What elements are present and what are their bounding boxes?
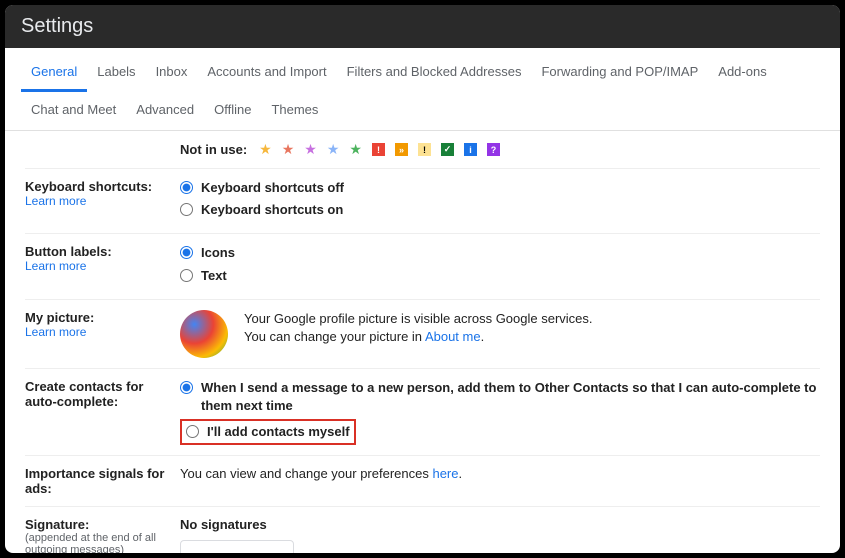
create-contacts-auto[interactable]: When I send a message to a new person, a… bbox=[180, 379, 820, 415]
radio-ks-off[interactable] bbox=[180, 181, 193, 194]
signature-label: Signature: bbox=[25, 517, 170, 532]
tab-forwarding-and-pop-imap[interactable]: Forwarding and POP/IMAP bbox=[531, 54, 708, 92]
settings-window: Settings GeneralLabelsInboxAccounts and … bbox=[5, 5, 840, 553]
keyboard-shortcuts-row: Keyboard shortcuts: Learn more Keyboard … bbox=[25, 169, 820, 234]
create-contacts-label: Create contacts for auto-complete: bbox=[25, 379, 170, 409]
star-icon[interactable]: ★ bbox=[304, 141, 317, 158]
create-new-signature-button[interactable]: + Create new bbox=[180, 540, 294, 553]
my-picture-row: My picture: Learn more Your Google profi… bbox=[25, 300, 820, 369]
button-labels-text[interactable]: Text bbox=[180, 267, 820, 285]
keyboard-shortcuts-on[interactable]: Keyboard shortcuts on bbox=[180, 201, 820, 219]
importance-here-link[interactable]: here bbox=[432, 466, 458, 481]
keyboard-shortcuts-off[interactable]: Keyboard shortcuts off bbox=[180, 179, 820, 197]
flag-icon[interactable]: ✓ bbox=[441, 143, 454, 156]
create-contacts-manual[interactable]: I'll add contacts myself bbox=[186, 423, 350, 441]
importance-label: Importance signals for ads: bbox=[25, 466, 170, 496]
tab-inbox[interactable]: Inbox bbox=[146, 54, 198, 92]
signature-status: No signatures bbox=[180, 517, 820, 532]
button-labels-icons[interactable]: Icons bbox=[180, 244, 820, 262]
avatar[interactable] bbox=[180, 310, 228, 358]
button-labels-label: Button labels: bbox=[25, 244, 170, 259]
picture-info-2: You can change your picture in About me. bbox=[244, 328, 593, 346]
radio-bl-text[interactable] bbox=[180, 269, 193, 282]
radio-ks-on[interactable] bbox=[180, 203, 193, 216]
plus-icon: + bbox=[195, 549, 204, 553]
tab-chat-and-meet[interactable]: Chat and Meet bbox=[21, 92, 126, 130]
settings-content: Not in use: ★ ★ ★ ★ ★! »! ✓ i? Keyboard shortcu… bbox=[5, 131, 840, 553]
my-picture-label: My picture: bbox=[25, 310, 170, 325]
radio-cc-manual[interactable] bbox=[186, 425, 199, 438]
about-me-link[interactable]: About me bbox=[425, 329, 481, 344]
keyboard-shortcuts-label: Keyboard shortcuts: bbox=[25, 179, 170, 194]
tab-general[interactable]: General bbox=[21, 54, 87, 92]
star-icon[interactable]: ★ bbox=[282, 141, 295, 158]
tab-add-ons[interactable]: Add-ons bbox=[708, 54, 776, 92]
tab-accounts-and-import[interactable]: Accounts and Import bbox=[197, 54, 336, 92]
settings-tabs: GeneralLabelsInboxAccounts and ImportFil… bbox=[5, 48, 840, 131]
page-title: Settings bbox=[5, 5, 840, 48]
not-in-use-label: Not in use: bbox=[180, 142, 247, 157]
importance-row: Importance signals for ads: You can view… bbox=[25, 456, 820, 507]
tab-labels[interactable]: Labels bbox=[87, 54, 145, 92]
learn-more-link[interactable]: Learn more bbox=[25, 325, 170, 339]
star-presets: ★ ★ ★ ★ ★! »! ✓ i? bbox=[259, 141, 500, 158]
learn-more-link[interactable]: Learn more bbox=[25, 259, 170, 273]
highlight-box: I'll add contacts myself bbox=[180, 419, 356, 445]
flag-icon[interactable]: » bbox=[395, 143, 408, 156]
tab-offline[interactable]: Offline bbox=[204, 92, 261, 130]
tab-themes[interactable]: Themes bbox=[261, 92, 328, 130]
tab-filters-and-blocked-addresses[interactable]: Filters and Blocked Addresses bbox=[337, 54, 532, 92]
star-icon[interactable]: ★ bbox=[327, 141, 340, 158]
picture-info-1: Your Google profile picture is visible a… bbox=[244, 310, 593, 328]
stars-row: Not in use: ★ ★ ★ ★ ★! »! ✓ i? bbox=[25, 131, 820, 169]
flag-icon[interactable]: i bbox=[464, 143, 477, 156]
flag-icon[interactable]: ! bbox=[418, 143, 431, 156]
button-labels-row: Button labels: Learn more Icons Text bbox=[25, 234, 820, 299]
signature-row: Signature: (appended at the end of all o… bbox=[25, 507, 820, 553]
signature-sub: (appended at the end of all outgoing mes… bbox=[25, 532, 170, 553]
flag-icon[interactable]: ? bbox=[487, 143, 500, 156]
star-icon[interactable]: ★ bbox=[259, 141, 272, 158]
radio-cc-auto[interactable] bbox=[180, 381, 193, 394]
tab-advanced[interactable]: Advanced bbox=[126, 92, 204, 130]
learn-more-link[interactable]: Learn more bbox=[25, 194, 170, 208]
flag-icon[interactable]: ! bbox=[372, 143, 385, 156]
star-icon[interactable]: ★ bbox=[349, 141, 362, 158]
create-contacts-row: Create contacts for auto-complete: When … bbox=[25, 369, 820, 457]
radio-bl-icons[interactable] bbox=[180, 246, 193, 259]
